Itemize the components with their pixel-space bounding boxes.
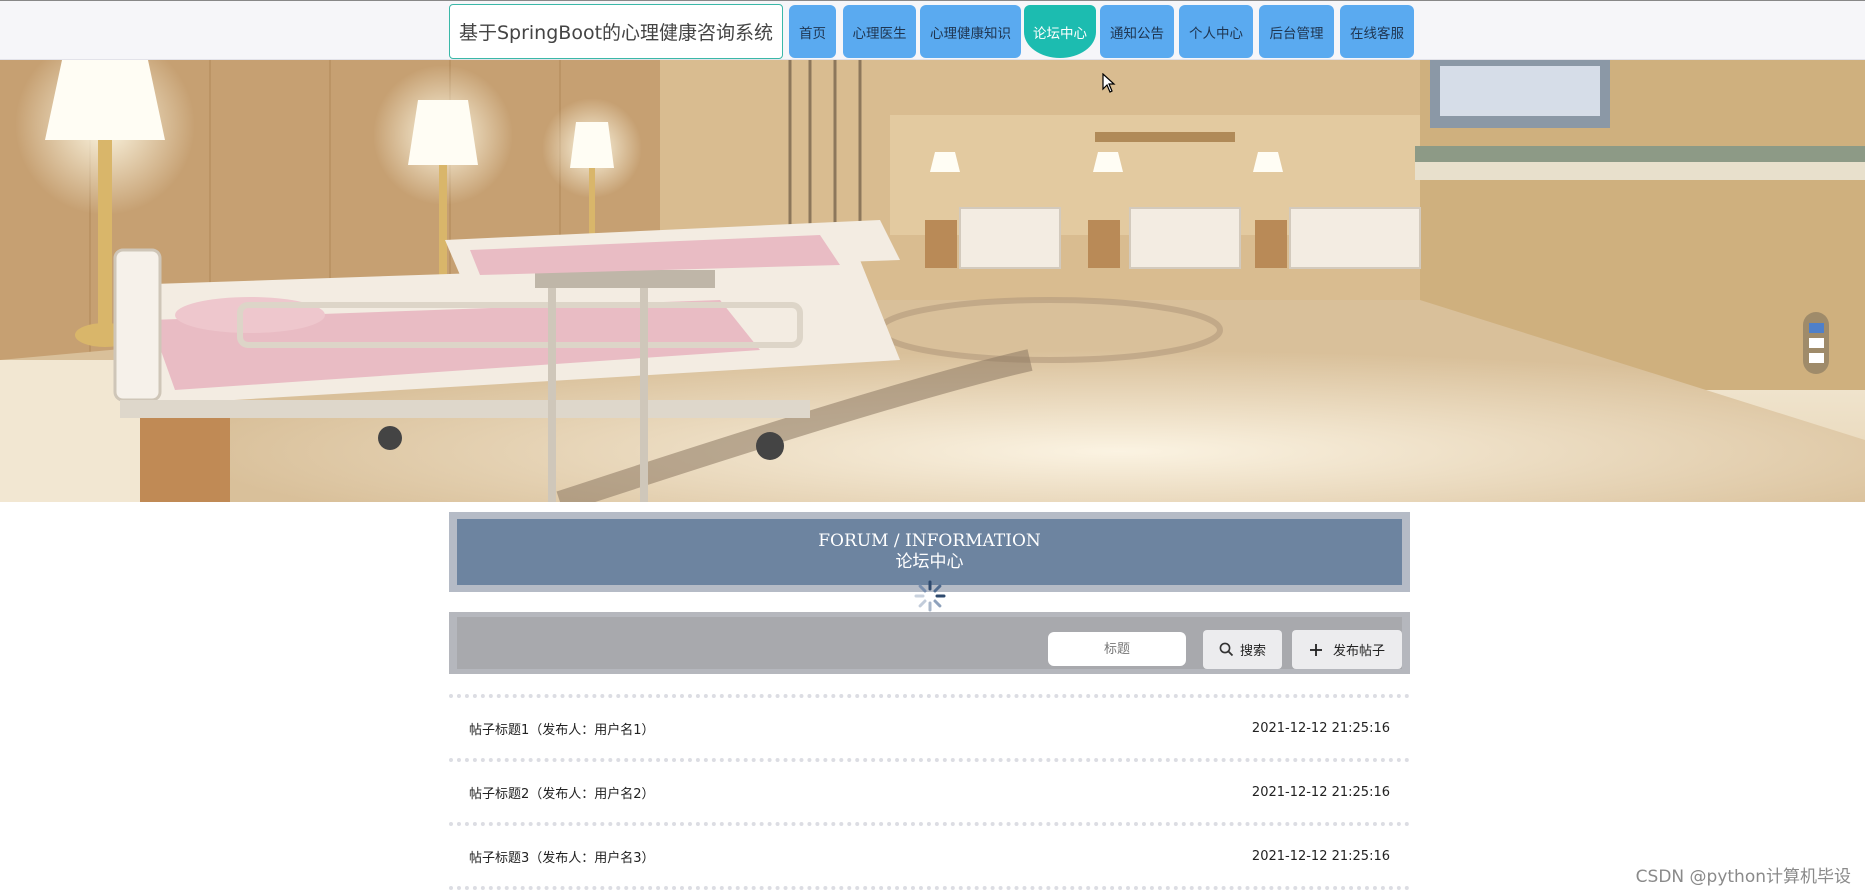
- nav-profile[interactable]: 个人中心: [1179, 5, 1253, 58]
- search-button[interactable]: 搜索: [1203, 630, 1282, 669]
- loading-spinner-icon: [914, 580, 946, 612]
- post-row[interactable]: 帖子标题2（发布人：用户名2） 2021-12-12 21:25:16: [449, 758, 1410, 822]
- site-title: 基于SpringBoot的心理健康咨询系统: [449, 4, 783, 59]
- section-header-inner: FORUM / INFORMATION 论坛中心: [457, 519, 1402, 585]
- post-title[interactable]: 帖子标题1（发布人：用户名1）: [469, 719, 655, 738]
- top-navigation: 基于SpringBoot的心理健康咨询系统 首页 心理医生 心理健康知识 论坛中…: [0, 0, 1865, 60]
- post-row[interactable]: 帖子标题3（发布人：用户名3） 2021-12-12 21:25:16: [449, 822, 1410, 886]
- hospital-ward-image: [0, 60, 1865, 502]
- nav-home[interactable]: 首页: [789, 5, 836, 58]
- section-title-zh: 论坛中心: [895, 552, 964, 572]
- watermark-text: CSDN @python计算机毕设: [1635, 867, 1851, 887]
- search-button-label: 搜索: [1239, 644, 1266, 659]
- slide-dot-2[interactable]: [1808, 338, 1824, 348]
- slide-dot-1[interactable]: [1808, 323, 1824, 333]
- plus-icon: [1309, 643, 1322, 656]
- nav-online-service[interactable]: 在线客服: [1340, 5, 1414, 58]
- post-time: 2021-12-12 21:25:16: [1251, 848, 1390, 864]
- nav-forum[interactable]: 论坛中心: [1024, 5, 1096, 58]
- nav-knowledge[interactable]: 心理健康知识: [920, 5, 1021, 58]
- post-row[interactable]: 帖子标题1（发布人：用户名1） 2021-12-12 21:25:16: [449, 694, 1410, 758]
- section-title-en: FORUM / INFORMATION: [818, 531, 1041, 551]
- search-icon: [1219, 642, 1234, 657]
- post-title[interactable]: 帖子标题3（发布人：用户名3）: [469, 847, 655, 866]
- nav-doctors[interactable]: 心理医生: [843, 5, 916, 58]
- publish-post-label: 发布帖子: [1332, 644, 1385, 659]
- slide-dot-3[interactable]: [1808, 353, 1824, 363]
- post-time: 2021-12-12 21:25:16: [1251, 784, 1390, 800]
- hero-banner: [0, 60, 1865, 502]
- mouse-cursor-icon: [1102, 73, 1116, 93]
- publish-post-button[interactable]: 发布帖子: [1292, 630, 1402, 669]
- post-title[interactable]: 帖子标题2（发布人：用户名2）: [469, 783, 655, 802]
- forum-post-list: 帖子标题1（发布人：用户名1） 2021-12-12 21:25:16 帖子标题…: [449, 694, 1410, 890]
- nav-notices[interactable]: 通知公告: [1100, 5, 1174, 58]
- list-divider: [449, 886, 1410, 890]
- nav-admin[interactable]: 后台管理: [1259, 5, 1334, 58]
- forum-search-toolbar: 搜索 发布帖子: [449, 612, 1410, 674]
- banner-slider-indicator: [1803, 312, 1829, 374]
- toolbar-inner: 搜索 发布帖子: [457, 617, 1402, 669]
- post-time: 2021-12-12 21:25:16: [1251, 720, 1390, 736]
- title-search-input[interactable]: [1048, 632, 1186, 666]
